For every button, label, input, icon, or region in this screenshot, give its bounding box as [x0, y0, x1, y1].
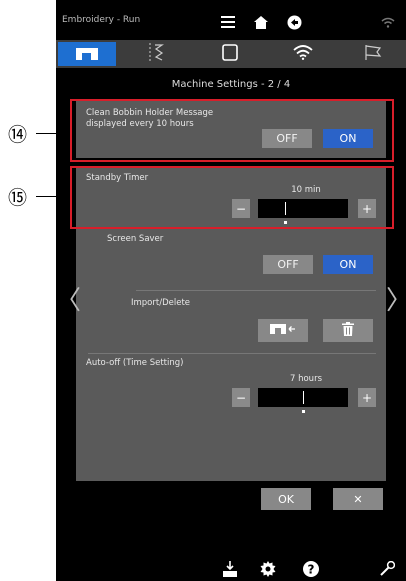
sewing-machine-icon	[76, 45, 98, 64]
hamburger-menu-icon[interactable]	[216, 8, 240, 36]
auto-off-slider-marker	[303, 391, 304, 404]
wrench-icon[interactable]	[374, 556, 400, 581]
mode-tabs	[56, 40, 406, 68]
auto-off-label: Auto-off (Time Setting)	[86, 358, 184, 368]
screen-saver-on-button[interactable]: ON	[323, 255, 373, 274]
delete-button[interactable]	[323, 319, 373, 342]
close-button[interactable]: ✕	[333, 488, 383, 510]
auto-off-slider-dot	[302, 410, 305, 413]
page-title: Machine Settings - 2 / 4	[171, 79, 291, 90]
auto-off-slider[interactable]	[258, 388, 348, 407]
callout-number-14: ⑭	[8, 124, 28, 146]
auto-off-minus-button[interactable]: −	[232, 388, 250, 407]
screen-saver-label: Screen Saver	[107, 234, 164, 244]
wifi-icon	[376, 8, 400, 36]
callout-box-15	[70, 166, 394, 229]
screen-saver-off-button[interactable]: OFF	[263, 255, 313, 274]
tab-stitch[interactable]	[128, 42, 186, 66]
trash-icon	[342, 322, 354, 339]
embroidery-frame-icon	[222, 43, 238, 65]
wireless-icon	[293, 44, 313, 64]
divider	[136, 290, 376, 291]
import-button[interactable]	[258, 319, 308, 342]
callout-line-14	[36, 133, 70, 134]
previous-page-arrow[interactable]: 〈	[55, 280, 81, 317]
stitch-settings-icon	[147, 43, 167, 65]
callout-box-14	[70, 99, 394, 162]
callout-line-15	[36, 196, 70, 197]
app-title: Embroidery - Run	[62, 15, 141, 25]
flag-icon	[364, 44, 382, 65]
exit-icon[interactable]	[282, 8, 306, 36]
import-machine-icon	[270, 323, 296, 338]
tab-sewing[interactable]	[58, 42, 116, 66]
next-page-arrow[interactable]: 〉	[386, 280, 406, 317]
tab-embroidery[interactable]	[201, 42, 259, 66]
help-icon[interactable]: ?	[298, 556, 324, 581]
download-icon[interactable]	[217, 556, 243, 581]
gear-icon[interactable]	[255, 556, 281, 581]
import-delete-label: Import/Delete	[131, 298, 191, 308]
tab-flag[interactable]	[344, 42, 402, 66]
auto-off-plus-button[interactable]: +	[358, 388, 376, 407]
settings-lower-panel: Screen Saver OFF ON Import/Delete Auto-o…	[76, 225, 386, 481]
divider	[88, 353, 376, 354]
machine-screen: Embroidery - Run Machine Settings - 2 / …	[56, 0, 406, 581]
status-bar: Embroidery - Run	[56, 0, 406, 40]
auto-off-value: 7 hours	[289, 374, 322, 384]
ok-button[interactable]: OK	[261, 488, 311, 510]
callout-number-15: ⑮	[8, 187, 28, 209]
bottom-bar: ?	[56, 556, 406, 581]
home-icon[interactable]	[249, 8, 273, 36]
svg-text:?: ?	[308, 562, 315, 576]
tab-network[interactable]	[274, 42, 332, 66]
